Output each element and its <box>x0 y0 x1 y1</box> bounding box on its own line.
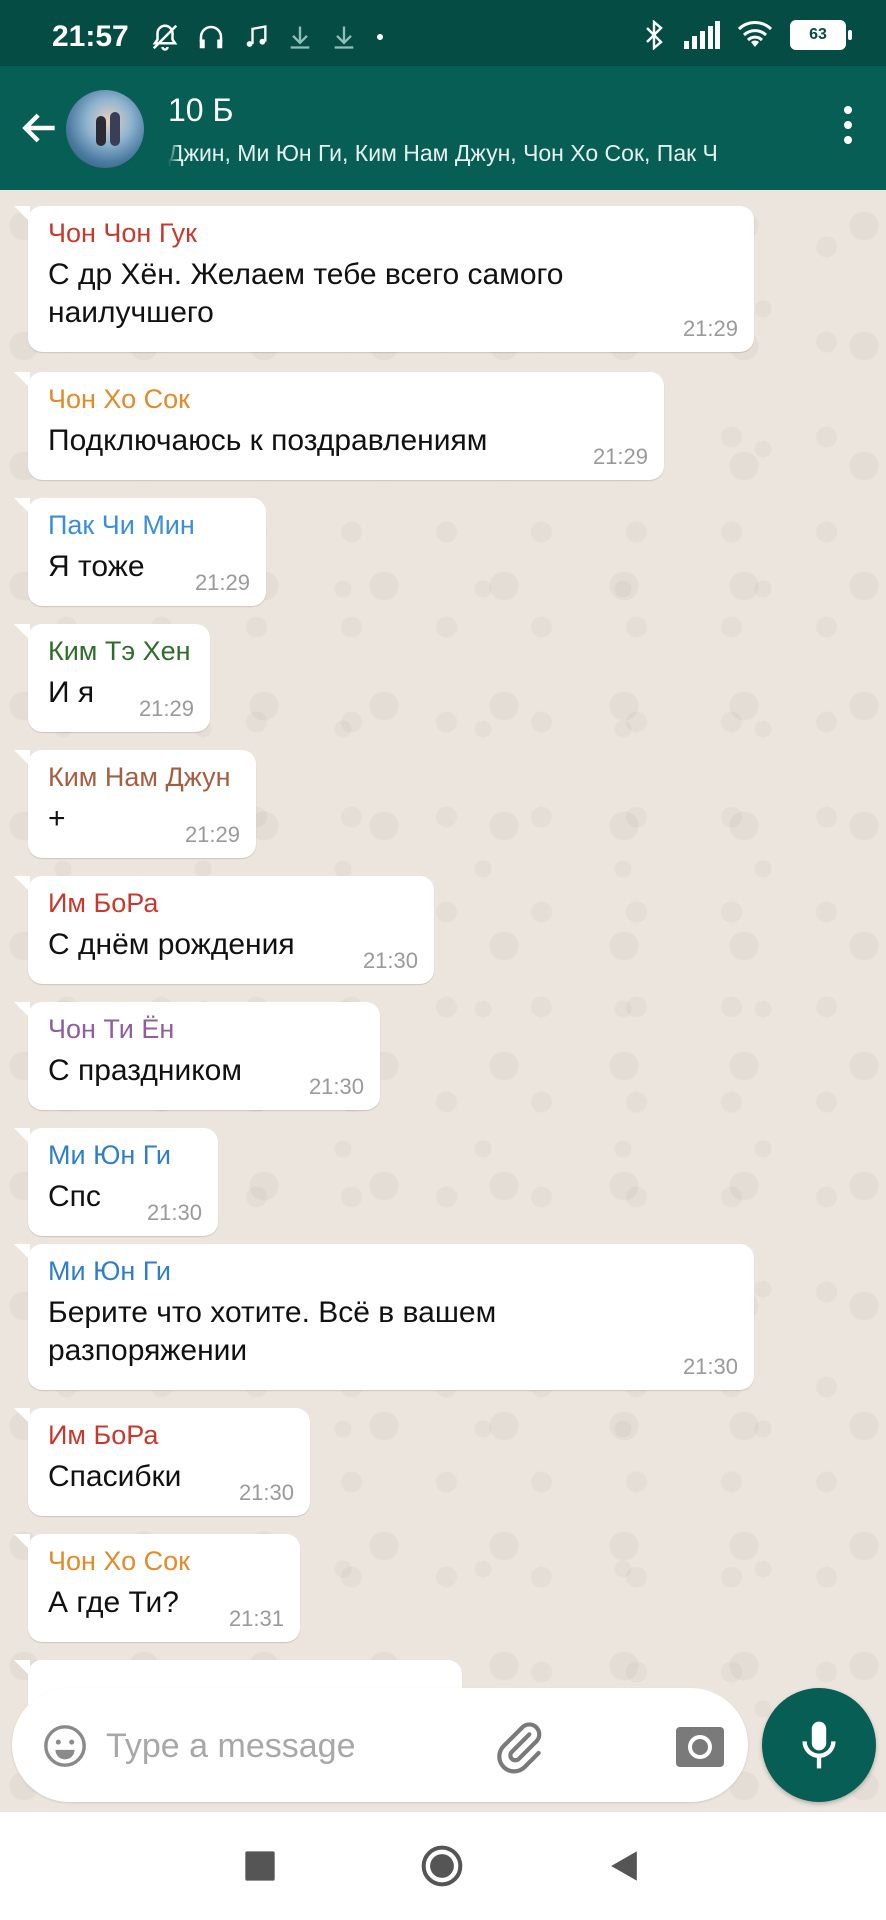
message-bubble[interactable]: Чон Чон Гук С др Хён. Желаем тебе всего … <box>14 206 754 352</box>
message-time: 21:30 <box>308 1074 364 1099</box>
dot-icon <box>377 34 383 40</box>
bluetooth-icon <box>646 20 663 50</box>
message-sender: Ми Юн Ги <box>48 1256 171 1286</box>
paperclip-icon[interactable] <box>492 1718 548 1774</box>
download-icon <box>290 26 310 49</box>
message-bubble[interactable]: Чон Ти Ён С праздником 21:30 <box>14 1002 380 1110</box>
battery-indicator: 63 <box>790 20 852 50</box>
recent-apps-icon[interactable] <box>238 1844 282 1888</box>
status-time: 21:57 <box>52 20 129 53</box>
message-sender: Чон Чон Гук <box>48 218 197 248</box>
message-time: 21:29 <box>194 570 250 595</box>
back-triangle-icon[interactable] <box>602 1844 646 1888</box>
chat-header: 10 Б Джин, Ми Юн Ги, Ким Нам Джун, Чон Х… <box>0 66 886 190</box>
message-time: 21:31 <box>228 1606 284 1631</box>
message-sender: Чон Ти Ён <box>48 1014 175 1044</box>
message-time: 21:30 <box>146 1200 202 1225</box>
message-time: 21:30 <box>682 1354 738 1379</box>
message-time: 21:30 <box>362 948 418 973</box>
voice-record-button[interactable] <box>762 1688 876 1802</box>
message-bubble[interactable]: Ким Нам Джун + 21:29 <box>14 750 256 858</box>
more-options-icon[interactable] <box>840 106 856 150</box>
message-text: Берите что хотите. Всё в вашем разпоряжен… <box>48 1296 497 1367</box>
camera-icon[interactable] <box>674 1720 726 1770</box>
emoji-icon[interactable] <box>42 1723 88 1769</box>
message-sender: Им БоРа <box>48 888 159 918</box>
message-list[interactable]: Чон Чон Гук С др Хён. Желаем тебе всего … <box>0 190 886 1812</box>
music-note-icon <box>246 25 267 47</box>
message-bubble[interactable]: Чон Хо Сок А где Ти? 21:31 <box>14 1534 300 1642</box>
headphones-icon <box>199 25 223 49</box>
message-bubble[interactable]: Ми Юн Ги Спс 21:30 <box>14 1128 218 1236</box>
message-bubble[interactable]: Им БоРа Спасибки 21:30 <box>14 1408 310 1516</box>
status-bar: 21:57 63 <box>0 0 886 66</box>
signal-icon <box>684 21 720 49</box>
composer <box>12 1688 748 1802</box>
message-sender: Ми Юн Ги <box>48 1140 171 1170</box>
message-time: 21:29 <box>682 316 738 341</box>
message-sender: Чон Хо Сок <box>48 384 190 414</box>
message-time: 21:29 <box>184 822 240 847</box>
message-bubble[interactable]: Пак Чи Мин Я тоже 21:29 <box>14 498 266 606</box>
message-text: Подключаюсь к поздравлениям <box>48 424 488 457</box>
message-sender: Пак Чи Мин <box>48 510 195 540</box>
status-notification-icons <box>150 22 386 52</box>
download-icon <box>334 26 354 49</box>
message-time: 21:29 <box>592 444 648 469</box>
message-input[interactable] <box>104 1718 488 1774</box>
message-sender: Ким Нам Джун <box>48 762 231 792</box>
message-bubble[interactable]: Чон Хо Сок Подключаюсь к поздравлениям 2… <box>14 372 664 480</box>
message-time: 21:30 <box>238 1480 294 1505</box>
message-sender: Чон Хо Сок <box>48 1546 190 1576</box>
status-system-icons: 63 <box>642 20 852 50</box>
message-sender: Им БоРа <box>48 1420 159 1450</box>
message-bubble[interactable]: Ми Юн Ги Берите что хотите. Всё в вашем р… <box>14 1244 754 1390</box>
message-sender: Ким Тэ Хен <box>48 636 191 666</box>
system-navigation-bar <box>0 1812 886 1920</box>
chat-members[interactable]: Джин, Ми Юн Ги, Ким Нам Джун, Чон Хо Сок… <box>168 140 762 167</box>
chat-title[interactable]: 10 Б <box>168 92 233 129</box>
message-text: С др Хён. Желаем тебе всего самого наилуч… <box>48 258 564 329</box>
message-bubble[interactable]: Ким Тэ Хен И я 21:29 <box>14 624 210 732</box>
wifi-icon <box>738 21 772 47</box>
message-time: 21:29 <box>138 696 194 721</box>
home-icon[interactable] <box>420 1844 464 1888</box>
microphone-icon <box>802 1721 836 1769</box>
bell-off-icon <box>152 24 178 51</box>
message-bubble[interactable]: Им БоРа С днём рождения 21:30 <box>14 876 434 984</box>
back-arrow-icon[interactable] <box>18 106 62 150</box>
group-avatar[interactable] <box>66 90 144 168</box>
